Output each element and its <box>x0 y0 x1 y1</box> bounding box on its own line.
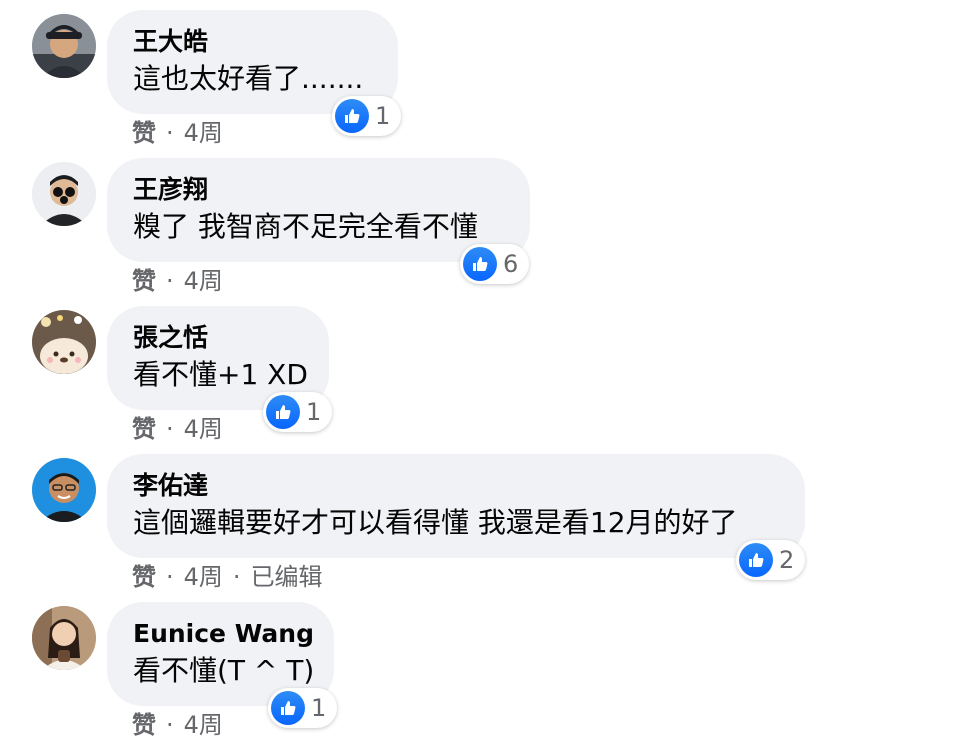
comment-timestamp[interactable]: 4周 <box>184 560 223 594</box>
avatar[interactable] <box>32 162 96 226</box>
reaction-summary[interactable]: 1 <box>263 392 333 432</box>
comment-author[interactable]: 李佑達 <box>133 469 779 503</box>
reaction-count: 1 <box>375 102 391 130</box>
reaction-count: 1 <box>306 398 322 426</box>
avatar-image <box>32 606 96 670</box>
comment-actions: 赞 · 4周 <box>132 708 223 742</box>
avatar[interactable] <box>32 14 96 78</box>
edited-label[interactable]: 已编辑 <box>251 560 323 594</box>
like-button[interactable]: 赞 <box>132 116 156 150</box>
avatar[interactable] <box>32 606 96 670</box>
like-thumbs-up-icon <box>271 691 305 725</box>
avatar[interactable] <box>32 458 96 522</box>
comment-actions: 赞 · 4周 <box>132 264 223 298</box>
avatar-image <box>32 162 96 226</box>
comment-timestamp[interactable]: 4周 <box>184 116 223 150</box>
separator-dot: · <box>166 415 174 443</box>
comment-author[interactable]: Eunice Wang <box>133 617 314 651</box>
like-thumbs-up-icon <box>463 247 497 281</box>
comment-bubble: 李佑達 這個邏輯要好才可以看得懂 我還是看12月的好了 <box>107 454 805 558</box>
like-thumbs-up-icon <box>266 395 300 429</box>
avatar-image <box>32 310 96 374</box>
avatar-image <box>32 458 96 522</box>
reaction-summary[interactable]: 6 <box>460 244 530 284</box>
reaction-count: 1 <box>311 694 327 722</box>
comment-author[interactable]: 王彦翔 <box>133 173 504 207</box>
comment: 王彦翔 糗了 我智商不足完全看不懂 6 赞 · 4周 <box>0 148 960 296</box>
reaction-count: 6 <box>503 250 519 278</box>
comment-author[interactable]: 張之恬 <box>133 321 303 355</box>
reaction-summary[interactable]: 2 <box>736 540 806 580</box>
avatar[interactable] <box>32 310 96 374</box>
comment-text: 看不懂(T ^ T) <box>133 654 315 687</box>
comment-list: 王大皓 這也太好看了....... 1 赞 · 4周 王彦翔 糗了 我智商不足完… <box>0 0 960 744</box>
separator-dot: · <box>166 563 174 591</box>
like-button[interactable]: 赞 <box>132 560 156 594</box>
comment-text: 糗了 我智商不足完全看不懂 <box>133 210 478 243</box>
avatar-image <box>32 14 96 78</box>
comment-text: 這也太好看了....... <box>133 62 364 95</box>
comment-actions: 赞 · 4周 <box>132 116 223 150</box>
comment: Eunice Wang 看不懂(T ^ T) 1 赞 · 4周 <box>0 592 960 740</box>
reaction-summary[interactable]: 1 <box>332 96 402 136</box>
like-button[interactable]: 赞 <box>132 264 156 298</box>
separator-dot: · <box>166 711 174 739</box>
separator-dot: · <box>166 119 174 147</box>
reaction-count: 2 <box>779 546 795 574</box>
separator-dot: · <box>166 267 174 295</box>
comment-actions: 赞 · 4周 · 已编辑 <box>132 560 323 594</box>
comment-author[interactable]: 王大皓 <box>133 25 372 59</box>
comment-actions: 赞 · 4周 <box>132 412 223 446</box>
comment: 張之恬 看不懂+1 XD 1 赞 · 4周 <box>0 296 960 444</box>
like-thumbs-up-icon <box>739 543 773 577</box>
comment: 王大皓 這也太好看了....... 1 赞 · 4周 <box>0 0 960 148</box>
separator-dot: · <box>232 563 241 591</box>
reaction-summary[interactable]: 1 <box>268 688 338 728</box>
comment-bubble: 王彦翔 糗了 我智商不足完全看不懂 <box>107 158 530 262</box>
comment-timestamp[interactable]: 4周 <box>184 264 223 298</box>
comment-timestamp[interactable]: 4周 <box>184 708 223 742</box>
comment-text: 這個邏輯要好才可以看得懂 我還是看12月的好了 <box>133 506 738 539</box>
like-button[interactable]: 赞 <box>132 412 156 446</box>
comment: 李佑達 這個邏輯要好才可以看得懂 我還是看12月的好了 2 赞 · 4周 · 已… <box>0 444 960 592</box>
like-button[interactable]: 赞 <box>132 708 156 742</box>
like-thumbs-up-icon <box>335 99 369 133</box>
comment-text: 看不懂+1 XD <box>133 358 308 391</box>
comment-timestamp[interactable]: 4周 <box>184 412 223 446</box>
